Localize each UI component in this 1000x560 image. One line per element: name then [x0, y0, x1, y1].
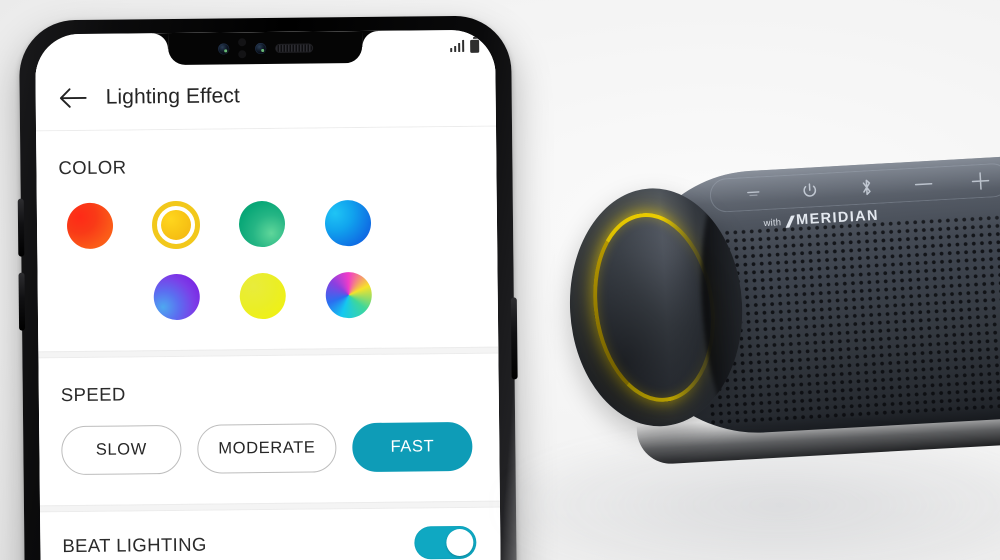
speed-section-label: SPEED	[60, 383, 126, 406]
speed-option-moderate[interactable]: MODERATE	[197, 423, 337, 474]
swatch-dot	[153, 273, 201, 321]
color-section-label: COLOR	[58, 156, 127, 179]
color-swatch-red-orange[interactable]	[59, 201, 122, 252]
swatch-dot	[324, 199, 372, 247]
earpiece-speaker-icon	[274, 43, 313, 53]
smartphone: Lighting Effect COLOR SPEED SLOW MODERATE…	[17, 15, 518, 560]
toggle-knob	[446, 528, 474, 556]
phone-screen: Lighting Effect COLOR SPEED SLOW MODERATE…	[35, 29, 501, 560]
color-swatch-yellow-lime[interactable]	[232, 271, 295, 322]
proximity-sensor-icon	[237, 38, 246, 59]
battery-icon	[470, 39, 480, 53]
speed-option-fast[interactable]: FAST	[352, 421, 473, 473]
color-swatch-blue-cyan[interactable]	[317, 198, 380, 249]
signal-bars-icon	[449, 39, 465, 53]
swatch-dot	[66, 202, 114, 250]
speed-option-row: SLOW MODERATE FAST	[39, 402, 500, 506]
speaker-volume-down-button[interactable]	[894, 167, 952, 202]
color-swatch-green-teal[interactable]	[231, 199, 294, 250]
back-arrow-icon[interactable]	[58, 86, 88, 110]
color-swatch-blue-purple[interactable]	[146, 272, 209, 323]
brand-prefix: with	[763, 217, 782, 230]
phone-notch	[168, 30, 363, 66]
sound-boost-icon	[746, 190, 760, 196]
color-section: COLOR	[36, 126, 499, 352]
swatch-dot	[239, 272, 287, 320]
phone-power-button[interactable]	[510, 297, 518, 380]
swatch-dot	[238, 200, 286, 248]
front-camera-icon	[217, 42, 229, 55]
product-scene: Lighting Effect COLOR SPEED SLOW MODERATE…	[0, 0, 1000, 560]
bluetooth-icon	[862, 179, 871, 196]
speed-section: SPEED SLOW MODERATE FAST	[38, 353, 500, 506]
color-swatch-grid	[37, 175, 499, 352]
speaker-bluetooth-button[interactable]	[837, 170, 895, 205]
xboom-speaker: with MERIDIAN	[562, 139, 1000, 466]
minus-icon	[914, 183, 933, 186]
app-bar: Lighting Effect	[35, 61, 497, 132]
phone-volume-up-button[interactable]	[17, 198, 25, 257]
beat-lighting-toggle[interactable]	[414, 525, 477, 559]
beat-lighting-section: BEAT LIGHTING	[40, 507, 501, 560]
second-camera-icon	[254, 42, 266, 54]
speaker-power-button[interactable]	[781, 173, 839, 208]
lighting-effect-app: Lighting Effect COLOR SPEED SLOW MODERATE…	[35, 29, 501, 560]
speaker-end-cap	[563, 183, 749, 431]
swatch-dot	[68, 275, 114, 321]
beat-lighting-label: BEAT LIGHTING	[62, 533, 207, 557]
plus-icon	[971, 172, 989, 190]
phone-volume-down-button[interactable]	[18, 272, 26, 331]
speaker-volume-up-button[interactable]	[951, 163, 1000, 198]
color-swatch-multicolor-rainbow[interactable]	[318, 270, 381, 321]
beat-lighting-row[interactable]: BEAT LIGHTING	[40, 508, 501, 560]
page-title: Lighting Effect	[105, 84, 241, 109]
status-bar	[375, 30, 495, 63]
speed-option-slow[interactable]: SLOW	[61, 424, 182, 476]
swatch-dot	[325, 271, 373, 319]
swatch-dot	[160, 209, 192, 241]
color-swatch-yellow-gold[interactable]	[145, 200, 208, 251]
sound-boost-button[interactable]	[724, 176, 782, 211]
color-swatch-pink-magenta[interactable]	[60, 273, 123, 324]
power-icon	[803, 182, 817, 197]
